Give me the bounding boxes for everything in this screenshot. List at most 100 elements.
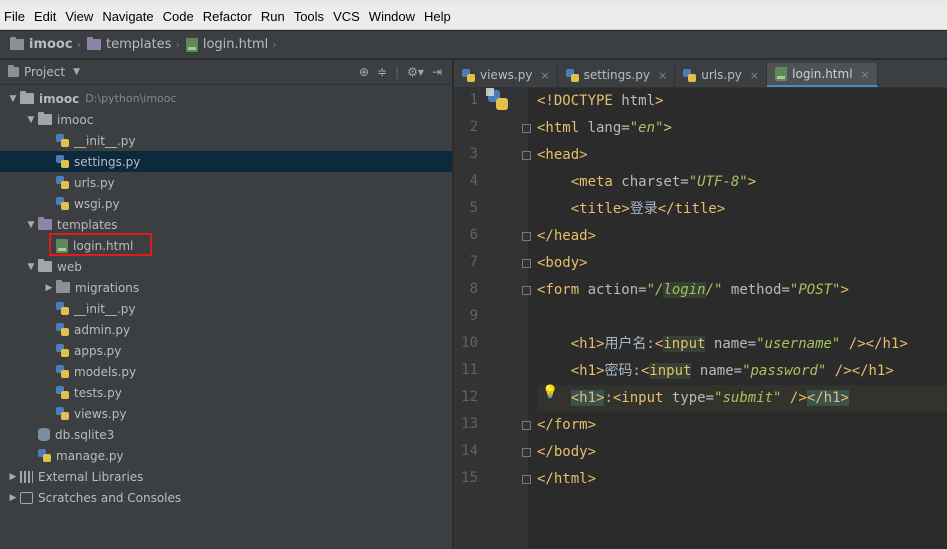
fold-marker-icon[interactable] — [522, 475, 531, 484]
code-line-6: </head> — [537, 228, 597, 244]
collapse-all-icon[interactable]: ≑ — [377, 65, 387, 79]
tab-label: settings.py — [583, 68, 651, 82]
editor-tabs: views.py × settings.py × urls.py × login.html × — [454, 60, 947, 88]
lightbulb-icon[interactable]: 💡 — [542, 385, 558, 400]
tree-item-label: admin.py — [74, 322, 131, 337]
tab-login-html[interactable]: login.html × — [767, 63, 878, 87]
code-editor[interactable]: <!DOCTYPE html> <html lang="en"> <head> … — [537, 88, 947, 549]
tree-item[interactable]: manage.py — [0, 445, 452, 466]
close-icon[interactable]: × — [540, 69, 549, 82]
code-line-4: <meta charset="UTF-8"> — [570, 174, 757, 190]
menu-view[interactable]: View — [65, 9, 93, 24]
collapse-arrow-icon[interactable]: ▶ — [42, 283, 56, 293]
editor-gutter: 1 2 3 4 5 6 7 8 9 10 11 12 13 14 15 — [454, 88, 531, 549]
hide-panel-icon[interactable]: ⇥ — [432, 65, 442, 79]
code-line-1: <!DOCTYPE html> — [537, 93, 664, 109]
tree-item[interactable]: db.sqlite3 — [0, 424, 452, 445]
code-line-7: <body> — [537, 255, 588, 271]
code-line-8: <form action="/login/" method="POST"> — [537, 282, 849, 298]
tree-item[interactable]: ▶ External Libraries — [0, 466, 452, 487]
tree-item[interactable]: models.py — [0, 361, 452, 382]
breadcrumb-file[interactable]: login.html › — [185, 37, 277, 52]
breadcrumb-project[interactable]: imooc › — [10, 37, 81, 52]
menu-tools[interactable]: Tools — [294, 9, 324, 24]
tree-item[interactable]: ▼ imooc — [0, 109, 452, 130]
tab-views-py[interactable]: views.py × — [454, 63, 558, 87]
editor-panel: views.py × settings.py × urls.py × login.html ×… — [454, 60, 947, 549]
line-number: 5 — [469, 200, 478, 216]
code-line-10: <h1>用户名:<input name="username" /></h1> — [570, 336, 908, 352]
fold-marker-icon[interactable] — [522, 421, 531, 430]
tree-item[interactable]: views.py — [0, 403, 452, 424]
collapse-arrow-icon[interactable]: ▶ — [6, 472, 20, 482]
fold-marker-icon[interactable] — [522, 259, 531, 268]
tree-item[interactable]: ▼ templates — [0, 214, 452, 235]
python-file-icon — [56, 155, 69, 168]
menu-run[interactable]: Run — [261, 9, 285, 24]
expand-arrow-icon[interactable]: ▼ — [24, 220, 38, 230]
tree-item-label: db.sqlite3 — [55, 427, 115, 442]
tree-item[interactable]: settings.py — [0, 151, 452, 172]
tree-item[interactable]: ▼ web — [0, 256, 452, 277]
breadcrumb-templates[interactable]: templates › — [86, 37, 180, 52]
python-interpreter-icon[interactable] — [486, 88, 510, 112]
tree-item-label: apps.py — [74, 343, 122, 358]
python-file-icon — [56, 323, 69, 336]
fold-marker-icon[interactable] — [522, 151, 531, 160]
tree-item[interactable]: tests.py — [0, 382, 452, 403]
libraries-icon — [20, 470, 33, 483]
html-file-icon — [775, 67, 788, 81]
menu-file[interactable]: File — [4, 9, 25, 24]
menu-window[interactable]: Window — [369, 9, 415, 24]
tree-item[interactable]: admin.py — [0, 319, 452, 340]
tree-item[interactable]: __init__.py — [0, 130, 452, 151]
collapse-arrow-icon[interactable]: ▶ — [6, 493, 20, 503]
gear-icon[interactable]: ⚙▾ — [407, 65, 424, 79]
scratches-icon — [20, 491, 33, 504]
templates-folder-icon — [38, 217, 52, 230]
fold-marker-icon[interactable] — [522, 286, 531, 295]
tree-item-label: __init__.py — [74, 133, 136, 148]
expand-arrow-icon[interactable]: ▼ — [24, 262, 38, 272]
project-panel-header: Project ▼ ⊕ ≑ | ⚙▾ ⇥ — [0, 60, 452, 85]
line-number: 4 — [469, 173, 478, 189]
line-number: 6 — [469, 227, 478, 243]
tree-item[interactable]: wsgi.py — [0, 193, 452, 214]
folder-icon — [56, 280, 70, 293]
project-tree: ▼ imooc D:\python\imooc ▼ imooc __init__.py se… — [0, 85, 452, 508]
menu-refactor[interactable]: Refactor — [203, 9, 252, 24]
fold-marker-icon[interactable] — [522, 448, 531, 457]
menu-navigate[interactable]: Navigate — [102, 9, 153, 24]
tree-item-label: manage.py — [56, 448, 124, 463]
menu-vcs[interactable]: VCS — [333, 9, 360, 24]
tree-item[interactable]: __init__.py — [0, 298, 452, 319]
expand-arrow-icon[interactable]: ▼ — [24, 115, 38, 125]
tab-label: views.py — [480, 68, 533, 82]
folder-icon — [38, 259, 52, 272]
close-icon[interactable]: × — [750, 69, 759, 82]
menu-code[interactable]: Code — [163, 9, 194, 24]
tree-item[interactable]: ▶ migrations — [0, 277, 452, 298]
tab-settings-py[interactable]: settings.py × — [558, 63, 676, 87]
tree-item[interactable]: ▶ Scratches and Consoles — [0, 487, 452, 508]
html-file-icon — [185, 37, 198, 52]
fold-marker-icon[interactable] — [522, 124, 531, 133]
menu-edit[interactable]: Edit — [34, 9, 56, 24]
tree-item[interactable]: apps.py — [0, 340, 452, 361]
menu-bar: File Edit View Navigate Code Refactor Run Tools… — [0, 4, 947, 30]
expand-arrow-icon[interactable]: ▼ — [6, 94, 20, 104]
close-icon[interactable]: × — [861, 68, 870, 81]
tree-item[interactable]: ▼ imooc D:\python\imooc — [0, 88, 452, 109]
project-view-selector[interactable]: Project — [24, 65, 65, 79]
code-line-5: <title>登录</title> — [570, 201, 726, 217]
fold-marker-icon[interactable] — [522, 232, 531, 241]
line-number: 13 — [461, 416, 478, 432]
python-file-icon — [462, 68, 475, 82]
python-file-icon — [565, 68, 579, 82]
chevron-down-icon[interactable]: ▼ — [73, 67, 80, 77]
close-icon[interactable]: × — [658, 69, 667, 82]
tree-item[interactable]: urls.py — [0, 172, 452, 193]
locate-icon[interactable]: ⊕ — [359, 65, 369, 79]
menu-help[interactable]: Help — [424, 9, 451, 24]
tab-urls-py[interactable]: urls.py × — [675, 63, 768, 87]
